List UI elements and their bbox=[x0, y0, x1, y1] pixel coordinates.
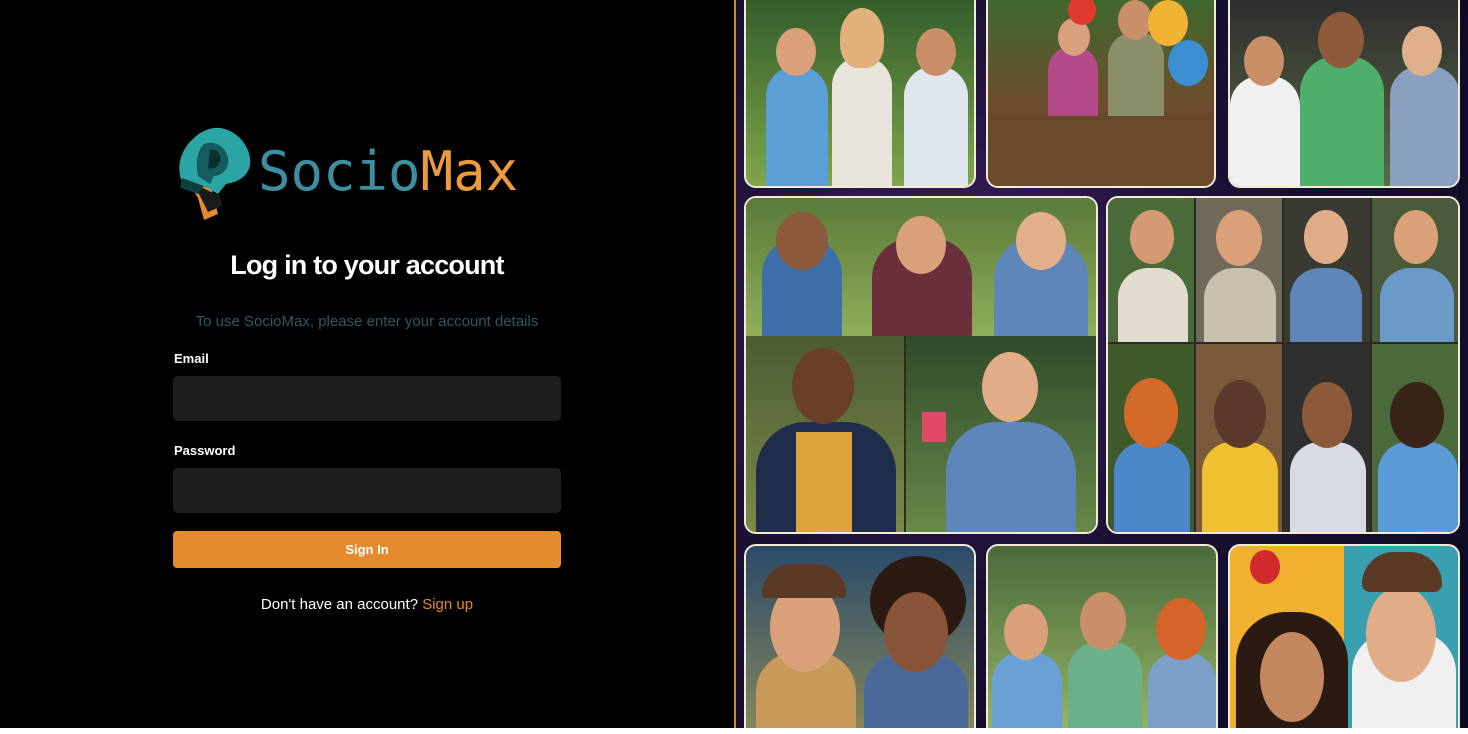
login-subtitle: To use SocioMax, please enter your accou… bbox=[195, 313, 539, 330]
sociomax-logo-icon bbox=[179, 127, 251, 220]
email-label: Email bbox=[174, 351, 209, 366]
email-field[interactable] bbox=[173, 376, 561, 421]
signup-prompt: Don't have an account? Sign up bbox=[0, 596, 734, 613]
login-panel: SocioMax Log in to your account To use S… bbox=[0, 0, 734, 728]
people-collage-image bbox=[734, 0, 1468, 728]
brand-name-part1: Socio bbox=[258, 140, 421, 203]
sign-up-link[interactable]: Sign up bbox=[422, 596, 473, 613]
no-account-text: Don't have an account? bbox=[260, 596, 419, 613]
brand-name-part2: Max bbox=[420, 140, 519, 203]
collage-photo bbox=[986, 544, 1218, 728]
collage-photo bbox=[744, 196, 1098, 534]
bottom-edge bbox=[0, 728, 1468, 734]
password-label: Password bbox=[174, 443, 236, 458]
login-page: SocioMax Log in to your account To use S… bbox=[0, 0, 1468, 734]
collage-photo bbox=[986, 0, 1216, 188]
collage-photo bbox=[1106, 196, 1460, 534]
brand-wordmark: SocioMax bbox=[258, 145, 518, 199]
collage-photo bbox=[744, 544, 976, 728]
password-field[interactable] bbox=[173, 468, 561, 513]
page-title: Log in to your account bbox=[230, 250, 504, 280]
brand-logo: SocioMax bbox=[174, 122, 564, 222]
collage-photo bbox=[1228, 0, 1460, 188]
sign-in-button[interactable]: Sign In bbox=[173, 531, 561, 568]
collage-photo bbox=[1228, 544, 1460, 728]
collage-photo bbox=[744, 0, 976, 188]
